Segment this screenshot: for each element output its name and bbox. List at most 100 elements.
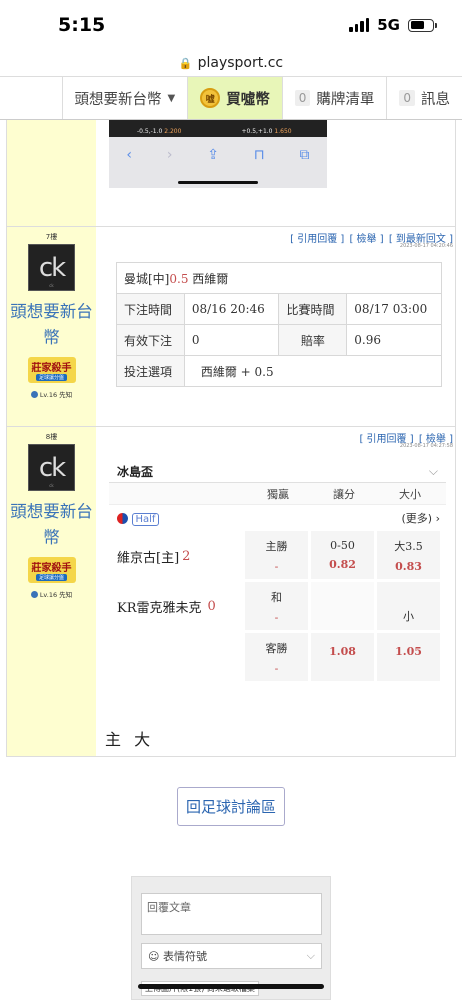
floor-number: 7樓 bbox=[45, 233, 58, 241]
match-away: 西維爾 bbox=[192, 271, 229, 286]
post-body-text: 主 大 bbox=[105, 730, 155, 749]
network-label: 5G bbox=[377, 16, 400, 34]
battery-icon bbox=[408, 18, 437, 32]
odds-cell[interactable]: 和- bbox=[245, 582, 308, 630]
post-author-column: 8樓 ck ck 頭想要新台幣 莊家殺手 足球讓分盤 Lv.16 先知 bbox=[7, 427, 96, 756]
share-icon: ⇪ bbox=[207, 147, 219, 163]
caret-down-icon: ▼ bbox=[167, 92, 176, 104]
bet-option-value: 西維爾 + 0.5 bbox=[183, 355, 443, 387]
cell-value: - bbox=[274, 559, 279, 573]
rank-subtitle: 足球讓分盤 bbox=[35, 374, 67, 381]
more-link[interactable]: (更多) › bbox=[402, 510, 440, 526]
odds-value: 0.96 bbox=[346, 324, 442, 356]
forward-icon: › bbox=[166, 147, 173, 163]
post-8: 8樓 ck ck 頭想要新台幣 莊家殺手 足球讓分盤 Lv.16 先知 [ 引用回… bbox=[7, 427, 455, 757]
odds-cell[interactable]: 客勝 - bbox=[245, 633, 308, 681]
match-home: 曼城[中] bbox=[124, 271, 170, 286]
author-name[interactable]: 頭想要新台幣 bbox=[7, 299, 96, 351]
chevron-down-icon: ⌵ bbox=[306, 949, 315, 962]
valid-bet-label: 有效下注 bbox=[116, 324, 185, 356]
odds-cell[interactable]: 1.05 bbox=[377, 633, 440, 681]
odds-b-line: +0.5,+1.0 bbox=[241, 128, 273, 135]
level-icon bbox=[30, 390, 38, 398]
report-link[interactable]: [ 檢舉 ] bbox=[349, 234, 383, 245]
cell-label: 小 bbox=[403, 610, 414, 623]
cart-label: 購牌清單 bbox=[316, 91, 375, 108]
odds-a-line: -0.5,-1.0 bbox=[137, 128, 163, 135]
level-indicator: Lv.16 先知 bbox=[30, 389, 72, 399]
tabs-icon: ⧉ bbox=[299, 147, 310, 163]
emoji-select[interactable]: ☺ 表情符號 ⌵ bbox=[141, 943, 322, 969]
odds-cell[interactable]: 小 bbox=[377, 582, 440, 630]
rank-badge: 莊家殺手 足球讓分盤 bbox=[27, 357, 76, 383]
reply-textarea[interactable]: 回覆文章 bbox=[141, 893, 322, 935]
messages-link[interactable]: 0 訊息 bbox=[386, 77, 462, 119]
post-author-column bbox=[7, 120, 96, 226]
league-name: 冰島盃 bbox=[117, 465, 154, 479]
embedded-screenshot: -0.5,-1.0 2.200 +0.5,+1.0 1.650 ‹ › ⇪ ⊓ … bbox=[109, 120, 327, 188]
cell-label: 大3.5 bbox=[394, 539, 423, 553]
author-name[interactable]: 頭想要新台幣 bbox=[7, 499, 96, 551]
back-to-forum-button[interactable]: 回足球討論區 bbox=[176, 787, 285, 826]
level-label: Lv.16 先知 bbox=[39, 591, 73, 599]
odds-a-value: 2.200 bbox=[164, 128, 182, 135]
cell-label: 客勝 bbox=[265, 641, 288, 655]
away-team: KR雷克雅未克 0 bbox=[109, 581, 245, 631]
odds-cell[interactable]: 大3.5 0.83 bbox=[377, 531, 440, 579]
odds-card: 獨贏 讓分 大小 Half (更多) › 維京古[主] 2 KR雷克雅未克 0 … bbox=[109, 483, 446, 729]
odds-cell[interactable]: 1.08 bbox=[311, 633, 374, 681]
valid-bet-value: 0 bbox=[183, 324, 280, 356]
post-timestamp: 2023-08-17 04:20:46 bbox=[399, 243, 453, 249]
messages-count-badge: 0 bbox=[399, 90, 415, 106]
game-time-value: 08/17 03:00 bbox=[346, 293, 442, 325]
screenshot-home-bar bbox=[178, 181, 258, 184]
avatar[interactable]: ck ck bbox=[28, 444, 75, 491]
coin-icon: 噓 bbox=[200, 88, 221, 108]
col-total: 大小 bbox=[399, 487, 421, 501]
odds-cell[interactable]: 主勝 - bbox=[245, 531, 308, 579]
screenshot-toolbar: ‹ › ⇪ ⊓ ⧉ bbox=[109, 137, 327, 163]
avatar[interactable]: ck ck bbox=[28, 244, 75, 291]
teams: 維京古[主] 2 KR雷克雅未克 0 bbox=[109, 531, 245, 631]
signal-icon bbox=[349, 18, 370, 32]
floor-number: 8樓 bbox=[45, 433, 58, 441]
emoji-label: 表情符號 bbox=[162, 950, 207, 963]
url-text: playsport.cc bbox=[197, 55, 284, 71]
post-7: 7樓 ck ck 頭想要新台幣 莊家殺手 足球讓分盤 Lv.16 先知 [ 引用回… bbox=[7, 227, 455, 427]
bet-table: 曼城[中]0.5 西維爾 下注時間 08/16 20:46 比賽時間 08/17… bbox=[116, 262, 443, 387]
home-team: 維京古[主] 2 bbox=[109, 531, 245, 581]
chevron-down-icon: ⌵ bbox=[428, 464, 438, 478]
flag-icon bbox=[117, 513, 128, 524]
home-indicator bbox=[138, 984, 324, 989]
match-line: 0.5 bbox=[169, 271, 189, 286]
cell-value: 0.82 bbox=[329, 558, 356, 571]
lock-icon: 🔒 bbox=[178, 56, 193, 70]
bet-time-value: 08/16 20:46 bbox=[183, 293, 280, 325]
messages-label: 訊息 bbox=[421, 91, 450, 108]
currency-menu[interactable]: 頭想要新台幣 ▼ bbox=[61, 77, 188, 119]
away-team-name: KR雷克雅未克 bbox=[117, 600, 202, 616]
half-row: Half (更多) › bbox=[109, 505, 446, 531]
cell-value: 1.05 bbox=[395, 645, 422, 658]
cell-value: - bbox=[274, 661, 279, 675]
cell-value: - bbox=[274, 610, 279, 624]
post-timestamp: 2023-08-17 04:27:58 bbox=[399, 443, 453, 449]
quote-reply-link[interactable]: [ 引用回覆 ] bbox=[290, 234, 344, 245]
buy-coin-button[interactable]: 噓 買噓幣 bbox=[187, 77, 282, 119]
post-list: -0.5,-1.0 2.200 +0.5,+1.0 1.650 ‹ › ⇪ ⊓ … bbox=[6, 120, 456, 757]
league-header[interactable]: 冰島盃 ⌵ bbox=[109, 461, 446, 483]
post-6-fragment: -0.5,-1.0 2.200 +0.5,+1.0 1.650 ‹ › ⇪ ⊓ … bbox=[7, 120, 455, 227]
rank-badge: 莊家殺手 足球讓分盤 bbox=[27, 557, 76, 583]
top-nav: 頭想要新台幣 ▼ 噓 買噓幣 0 購牌清單 0 訊息 bbox=[0, 76, 462, 120]
cell-value: 1.08 bbox=[329, 645, 356, 658]
home-team-name: 維京古[主] bbox=[117, 550, 180, 566]
cell-label: 和 bbox=[271, 590, 282, 604]
cart-link[interactable]: 0 購牌清單 bbox=[281, 77, 387, 119]
odds-cell[interactable]: 0-50 0.82 bbox=[311, 531, 374, 579]
reply-form: 回覆文章 ☺ 表情符號 ⌵ 上傳圖片(限1張) 尚未選取檔案 bbox=[131, 876, 331, 1000]
buy-coin-label: 買噓幣 bbox=[226, 91, 270, 108]
status-icons: 5G bbox=[349, 16, 437, 34]
odds-cell bbox=[311, 582, 374, 630]
url-bar[interactable]: 🔒 playsport.cc bbox=[0, 50, 462, 76]
half-tag[interactable]: Half bbox=[131, 512, 160, 526]
